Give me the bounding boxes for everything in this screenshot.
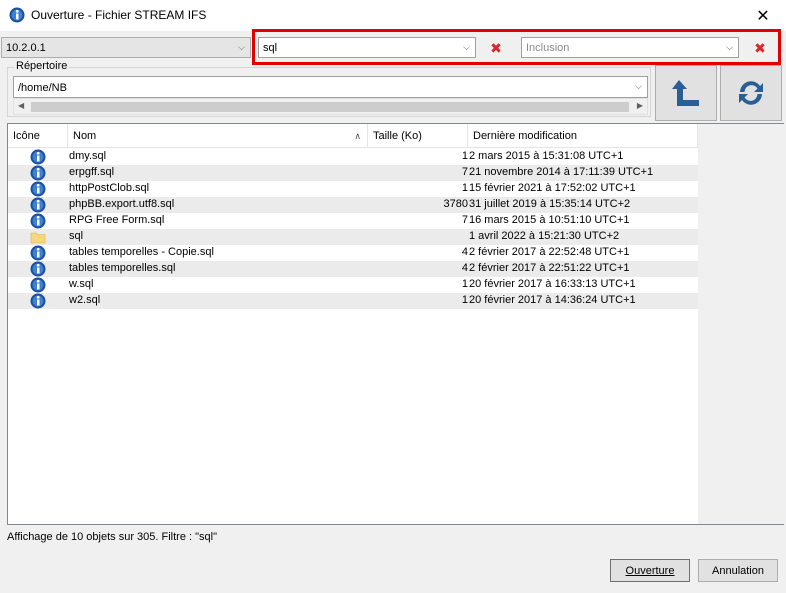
file-info-icon — [30, 293, 46, 309]
refresh-icon — [739, 81, 763, 105]
file-info-icon — [30, 165, 46, 181]
scroll-thumb[interactable] — [31, 102, 629, 112]
column-modified[interactable]: Dernière modification — [468, 124, 698, 148]
file-info-icon — [30, 149, 46, 165]
table-row[interactable]: erpgff.sql 7 21 novembre 2014 à 17:11:39 U… — [8, 165, 698, 181]
open-button[interactable]: Ouverture — [610, 559, 690, 582]
file-size: 4 — [461, 246, 468, 258]
chevron-down-icon[interactable]: ⌵ — [630, 77, 647, 96]
server-value: 10.2.0.1 — [6, 42, 46, 54]
file-name: tables temporelles - Copie.sql — [69, 246, 214, 258]
folder-icon — [30, 229, 46, 245]
file-modified: 1 avril 2022 à 15:21:30 UTC+2 — [469, 230, 620, 242]
file-name: sql — [69, 230, 84, 242]
refresh-button[interactable] — [720, 65, 782, 121]
file-modified: 21 novembre 2014 à 17:11:39 UTC+1 — [469, 166, 654, 178]
table-row[interactable]: tables temporelles - Copie.sql 4 2 février… — [8, 245, 698, 261]
title-bar: Ouverture - Fichier STREAM IFS ✕ — [0, 0, 786, 31]
table-row[interactable]: httpPostClob.sql 1 15 février 2021 à 17:52… — [8, 181, 698, 197]
server-select[interactable]: 10.2.0.1 ⌵ — [1, 37, 251, 58]
file-info-icon — [30, 213, 46, 229]
app-info-icon — [9, 7, 25, 23]
file-list: Icône Nom ∧ Taille (Ko) Dernière modific… — [7, 123, 784, 525]
table-row[interactable]: w2.sql 1 20 février 2017 à 14:36:24 UTC+1 — [8, 293, 698, 309]
file-name: erpgff.sql — [69, 166, 115, 178]
path-input[interactable]: /home/NB ⌵ — [13, 76, 648, 98]
table-row[interactable]: dmy.sql 1 2 mars 2015 à 15:31:08 UTC+1 — [8, 149, 698, 165]
file-size: 1 — [461, 294, 468, 306]
file-name: w.sql — [69, 278, 94, 290]
file-modified: 2 février 2017 à 22:52:48 UTC+1 — [469, 246, 630, 258]
file-modified: 2 février 2017 à 22:51:22 UTC+1 — [469, 262, 630, 274]
file-modified: 20 février 2017 à 16:33:13 UTC+1 — [469, 278, 636, 290]
open-button-label: Ouverture — [625, 564, 675, 577]
table-row[interactable]: phpBB.export.utf8.sql 3780 31 juillet 2019… — [8, 197, 698, 213]
column-size[interactable]: Taille (Ko) — [368, 124, 468, 148]
file-size: 1 — [461, 150, 468, 162]
repository-label: Répertoire — [14, 60, 70, 72]
horizontal-scrollbar[interactable]: ◀ ▶ — [13, 98, 648, 115]
file-info-icon — [30, 277, 46, 293]
file-size: 1 — [461, 278, 468, 290]
scroll-left-icon[interactable]: ◀ — [18, 101, 24, 110]
file-modified: 31 juillet 2019 à 15:35:14 UTC+2 — [469, 198, 631, 210]
file-modified: 15 février 2021 à 17:52:02 UTC+1 — [469, 182, 636, 194]
list-header: Icône Nom ∧ Taille (Ko) Dernière modific… — [8, 124, 698, 148]
file-name: w2.sql — [69, 294, 101, 306]
file-modified: 20 février 2017 à 14:36:24 UTC+1 — [469, 294, 636, 306]
status-text: Affichage de 10 objets sur 305. Filtre :… — [7, 531, 217, 543]
column-icon[interactable]: Icône — [8, 124, 68, 148]
column-name-label: Nom — [73, 130, 97, 142]
table-row[interactable]: tables temporelles.sql 4 2 février 2017 à … — [8, 261, 698, 277]
file-size: 1 — [461, 182, 468, 194]
cancel-button[interactable]: Annulation — [698, 559, 778, 582]
scroll-right-icon[interactable]: ▶ — [637, 101, 643, 110]
path-value: /home/NB — [18, 82, 67, 94]
file-name: RPG Free Form.sql — [69, 214, 165, 226]
up-arrow-icon — [672, 80, 699, 106]
window-title: Ouverture - Fichier STREAM IFS — [31, 8, 207, 22]
file-name: httpPostClob.sql — [69, 182, 150, 194]
file-size: 3780 — [443, 198, 468, 210]
file-size: 4 — [461, 262, 468, 274]
file-info-icon — [30, 245, 46, 261]
table-row[interactable]: sql 1 avril 2022 à 15:21:30 UTC+2 — [8, 229, 698, 245]
file-name: tables temporelles.sql — [69, 262, 176, 274]
sort-ascending-icon: ∧ — [354, 131, 361, 141]
file-size: 7 — [461, 214, 468, 226]
parent-directory-button[interactable] — [655, 65, 717, 121]
file-size: 7 — [461, 166, 468, 178]
file-name: dmy.sql — [69, 150, 107, 162]
chevron-down-icon: ⌵ — [238, 42, 245, 52]
column-name[interactable]: Nom ∧ — [68, 124, 368, 148]
close-button[interactable]: ✕ — [740, 0, 786, 31]
close-icon: ✕ — [756, 7, 770, 25]
file-modified: 2 mars 2015 à 15:31:08 UTC+1 — [469, 150, 624, 162]
file-info-icon — [30, 261, 46, 277]
file-info-icon — [30, 181, 46, 197]
file-name: phpBB.export.utf8.sql — [69, 198, 175, 210]
table-row[interactable]: RPG Free Form.sql 7 16 mars 2015 à 10:51:1… — [8, 213, 698, 229]
table-row[interactable]: w.sql 1 20 février 2017 à 16:33:13 UTC+1 — [8, 277, 698, 293]
list-empty-area — [698, 124, 784, 524]
highlight-annotation — [252, 29, 781, 65]
file-info-icon — [30, 197, 46, 213]
file-modified: 16 mars 2015 à 10:51:10 UTC+1 — [469, 214, 630, 226]
